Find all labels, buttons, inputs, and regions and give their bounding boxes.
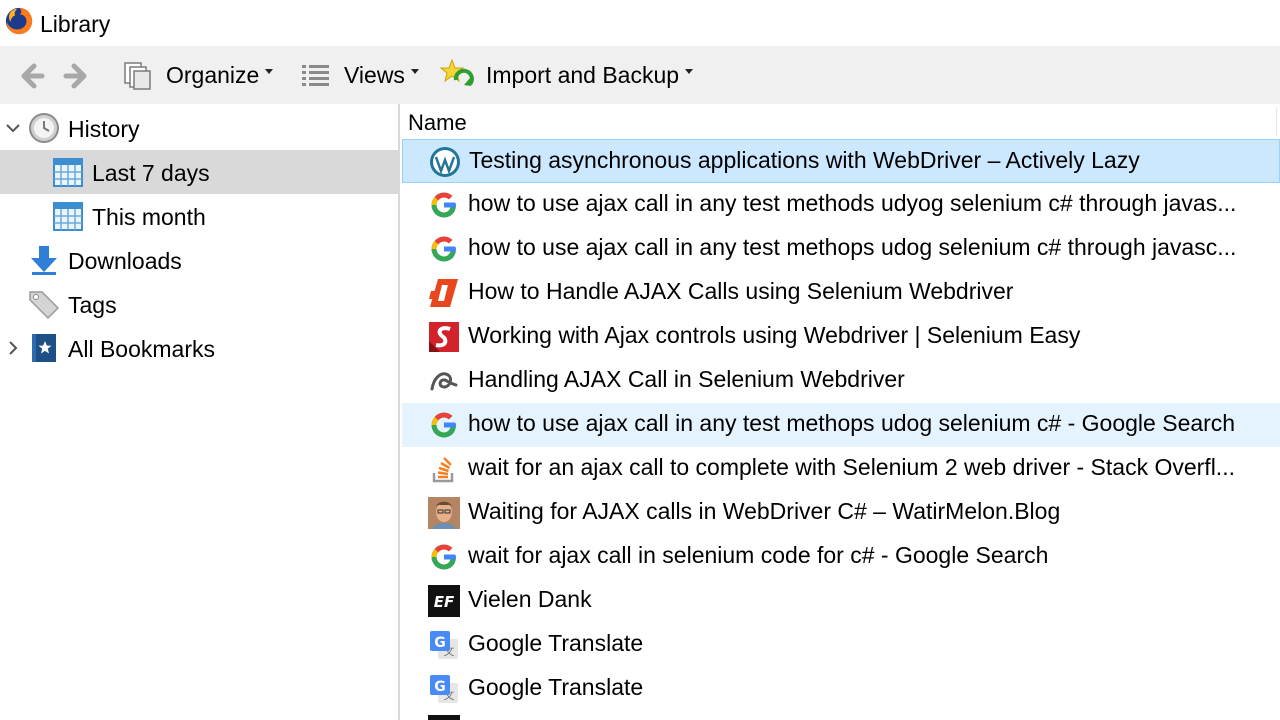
history-list: Name Testing asynchronous applications w…: [400, 104, 1280, 720]
views-button[interactable]: Views: [300, 54, 419, 96]
views-icon: [302, 65, 329, 86]
list-item-title: Vielen Dank: [468, 586, 592, 612]
list-item[interactable]: wait for ajax call in selenium code for …: [402, 535, 1280, 579]
title-bar: Library: [0, 0, 1280, 46]
chevron-down-icon[interactable]: [4, 119, 22, 137]
tag-icon: [29, 291, 60, 320]
list-item-title: wait for ajax call in selenium code for …: [468, 542, 1049, 568]
list-item-title: wait for an ajax call to complete with S…: [468, 454, 1235, 480]
list-item[interactable]: Working with Ajax controls using Webdriv…: [402, 315, 1280, 359]
list-item-title: Testing asynchronous applications with W…: [469, 147, 1140, 173]
partial-row-icon: [428, 715, 460, 720]
column-header-name[interactable]: Name: [400, 104, 1280, 140]
clock-icon: [29, 113, 59, 143]
list-item-title: how to use ajax call in any test methops…: [468, 234, 1237, 260]
svg-text:G: G: [434, 679, 446, 695]
sidebar-item-history[interactable]: History: [0, 106, 398, 150]
google-translate-icon: 文 G: [430, 675, 458, 703]
views-label: Views: [344, 61, 405, 88]
list-item[interactable]: EF Vielen Dank: [402, 579, 1280, 623]
sidebar-item-last-7-days[interactable]: Last 7 days: [0, 150, 398, 194]
list-item-title: how to use ajax call in any test methods…: [468, 190, 1237, 216]
google-icon: [431, 412, 456, 438]
import-backup-label: Import and Backup: [486, 61, 680, 88]
sidebar-item-this-month[interactable]: This month: [0, 194, 398, 238]
selenium-easy-icon: [429, 322, 459, 352]
list-item[interactable]: wait for an ajax call to complete with S…: [402, 447, 1280, 491]
avatar-icon: [428, 497, 460, 529]
list-item-title: Handling AJAX Call in Selenium Webdriver: [468, 366, 905, 392]
organize-label: Organize: [166, 61, 260, 88]
download-icon: [31, 246, 57, 275]
list-item[interactable]: how to use ajax call in any test methops…: [402, 403, 1280, 447]
import-backup-dropdown-icon: [685, 68, 694, 74]
svg-text:G: G: [434, 635, 446, 651]
chevron-right-icon[interactable]: [4, 339, 22, 357]
sidebar-item-label: Tags: [68, 292, 117, 318]
google-icon: [431, 544, 456, 570]
sidebar-item-label: This month: [92, 204, 206, 230]
import-backup-button[interactable]: Import and Backup: [440, 54, 694, 96]
list-item-title: Google Translate: [468, 630, 644, 656]
organize-button[interactable]: Organize: [122, 54, 274, 96]
stackoverflow-icon: [432, 457, 454, 483]
sidebar-item-label: All Bookmarks: [68, 336, 215, 362]
sidebar-item-label: History: [68, 116, 140, 142]
list-item[interactable]: Testing asynchronous applications with W…: [402, 139, 1280, 183]
sidebar-item-all-bookmarks[interactable]: All Bookmarks: [0, 326, 398, 370]
sidebar-item-label: Downloads: [68, 248, 182, 274]
import-backup-icon: [440, 58, 474, 86]
firefox-icon: [5, 7, 33, 35]
calendar-icon: [53, 158, 83, 187]
list-item[interactable]: Handling AJAX Call in Selenium Webdriver: [402, 359, 1280, 403]
column-header-label: Name: [408, 110, 467, 135]
list-item-title: Google Translate: [468, 674, 644, 700]
back-arrow-icon[interactable]: [14, 60, 46, 92]
swirl-icon: [430, 372, 458, 391]
sidebar-item-tags[interactable]: Tags: [0, 282, 398, 326]
sidebar: History Last 7 days This month Downloads…: [0, 104, 398, 720]
list-item[interactable]: 文 G Google Translate: [402, 623, 1280, 667]
list-item[interactable]: 文 G Google Translate: [402, 667, 1280, 711]
window-title: Library: [40, 11, 111, 37]
list-item[interactable]: Waiting for AJAX calls in WebDriver C# –…: [402, 491, 1280, 535]
column-separator[interactable]: [1276, 108, 1277, 136]
list-item-title: How to Handle AJAX Calls using Selenium …: [468, 278, 1014, 304]
ef-icon: EF: [428, 585, 460, 617]
sidebar-item-downloads[interactable]: Downloads: [0, 238, 398, 282]
bookmarks-icon: [32, 334, 56, 362]
svg-text:EF: EF: [434, 593, 455, 611]
list-item[interactable]: How to Handle AJAX Calls using Selenium …: [402, 271, 1280, 315]
guru99-icon: [429, 279, 458, 307]
calendar-icon: [53, 202, 83, 231]
sidebar-item-label: Last 7 days: [92, 160, 210, 186]
list-item-title: Waiting for AJAX calls in WebDriver C# –…: [468, 498, 1061, 524]
list-item[interactable]: how to use ajax call in any test methods…: [402, 183, 1280, 227]
google-translate-icon: 文 G: [430, 631, 458, 659]
google-icon: [431, 192, 456, 218]
list-item-title: Working with Ajax controls using Webdriv…: [468, 322, 1081, 348]
google-icon: [431, 236, 456, 262]
list-item[interactable]: how to use ajax call in any test methops…: [402, 227, 1280, 271]
wordpress-icon: [430, 147, 460, 177]
organize-icon: [124, 62, 151, 90]
toolbar: Organize Views Import and Backup: [0, 46, 1280, 104]
views-dropdown-icon: [410, 68, 419, 74]
organize-dropdown-icon: [265, 68, 274, 74]
list-item-title: how to use ajax call in any test methops…: [468, 410, 1236, 436]
forward-arrow-icon[interactable]: [62, 60, 94, 92]
